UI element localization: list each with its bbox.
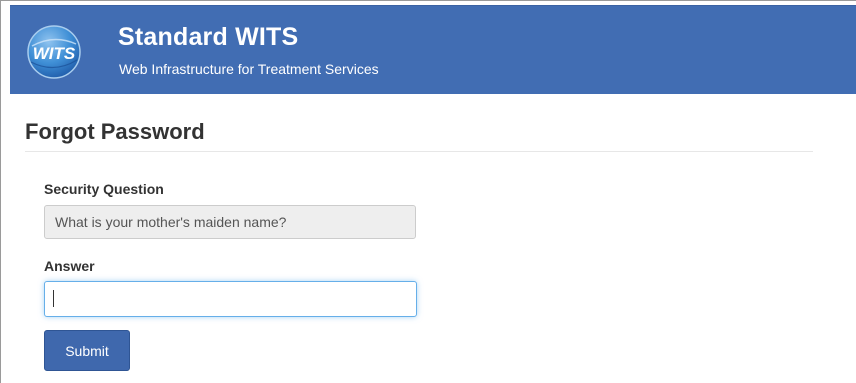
app-subtitle: Web Infrastructure for Treatment Service… — [119, 61, 379, 77]
answer-input[interactable] — [44, 281, 417, 317]
security-question-label: Security Question — [44, 181, 164, 197]
security-question-field: What is your mother's maiden name? — [44, 205, 416, 239]
logo-text: WITS — [33, 44, 76, 63]
answer-label: Answer — [44, 258, 95, 274]
page-title: Forgot Password — [25, 119, 205, 144]
text-caret — [53, 290, 54, 307]
wits-logo: WITS — [27, 25, 81, 79]
app-title: Standard WITS — [118, 23, 299, 51]
submit-button[interactable]: Submit — [44, 330, 130, 371]
title-divider — [25, 151, 813, 152]
app-header: WITS Standard WITS Web Infrastructure fo… — [10, 5, 856, 94]
